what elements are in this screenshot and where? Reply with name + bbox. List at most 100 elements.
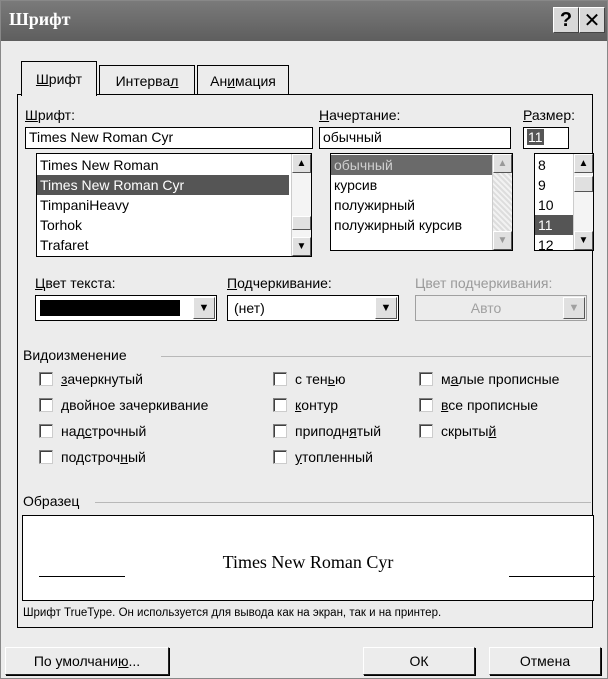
checkbox-box[interactable]	[419, 372, 433, 386]
ok-button[interactable]: ОК	[363, 647, 475, 675]
scroll-thumb[interactable]	[292, 216, 311, 230]
size-list-item[interactable]: 9	[535, 175, 573, 195]
effect-label: подстрочный	[61, 449, 146, 465]
tab-animation-label-pre: Ан	[210, 72, 228, 89]
size-list-scrollbar[interactable]: ▲ ▼	[573, 154, 593, 250]
effect-label: малые прописные	[441, 371, 560, 387]
style-list-item[interactable]: полужирный курсив	[331, 215, 493, 235]
effect-checkbox[interactable]: контур	[273, 397, 338, 413]
tab-spacing-label-pre: Интерва	[115, 72, 171, 89]
close-button[interactable]: ✕	[579, 7, 605, 33]
tab-animation-label-acc: и	[227, 72, 236, 89]
preview-rule-left	[39, 576, 125, 577]
effect-checkbox[interactable]: зачеркнутый	[39, 371, 143, 387]
effect-label: зачеркнутый	[61, 371, 143, 387]
scroll-up-icon: ▲	[493, 154, 512, 173]
font-list-item[interactable]: Times New Roman Cyr	[37, 175, 289, 195]
font-label: Шрифт:	[25, 107, 75, 123]
size-list-item[interactable]: 8	[535, 155, 573, 175]
effect-checkbox[interactable]: скрытый	[419, 423, 496, 439]
tab-animation[interactable]: Ан и мация	[197, 65, 289, 95]
font-list-item[interactable]: TimpaniHeavy	[37, 195, 289, 215]
effect-checkbox[interactable]: малые прописные	[419, 371, 559, 387]
style-list-item[interactable]: полужирный	[331, 195, 493, 215]
tab-font[interactable]: Шрифт	[21, 61, 97, 96]
style-input[interactable]: обычный	[319, 127, 511, 149]
font-list-item[interactable]: Trafaret	[37, 235, 289, 255]
effect-checkbox[interactable]: надстрочный	[39, 423, 146, 439]
effect-checkbox[interactable]: подстрочный	[39, 449, 146, 465]
tab-spacing[interactable]: Интерва л	[99, 65, 195, 95]
default-button[interactable]: По умолчани ю...	[5, 647, 169, 675]
checkbox-box[interactable]	[273, 450, 287, 464]
font-list[interactable]: Times New Roman Times New Roman Cyr Timpan…	[36, 153, 312, 257]
underline-color-label: Цвет подчеркивания:	[415, 275, 553, 291]
font-list-item[interactable]: Times New Roman	[37, 155, 289, 175]
checkbox-box[interactable]	[419, 398, 433, 412]
effect-checkbox[interactable]: приподнятый	[273, 423, 381, 439]
sample-text: Times New Roman Cyr	[222, 552, 394, 572]
cancel-button[interactable]: Отмена	[489, 647, 601, 675]
style-list-item[interactable]: обычный	[331, 155, 493, 175]
effect-label: контур	[295, 397, 339, 413]
effect-checkbox[interactable]: утопленный	[273, 449, 373, 465]
underline-color-select: Авто ▼	[415, 295, 587, 321]
effect-label: с тенью	[295, 371, 346, 387]
close-icon: ✕	[583, 9, 601, 32]
help-button[interactable]: ?	[553, 7, 579, 33]
checkbox-box[interactable]	[39, 398, 53, 412]
title-bar[interactable]: Шрифт ? ✕	[1, 1, 607, 41]
text-color-select[interactable]: ▼	[35, 295, 217, 321]
font-list-item[interactable]: Torhok	[37, 215, 289, 235]
scroll-thumb[interactable]	[574, 176, 593, 192]
style-list-scrollbar: ▲ ▼	[492, 154, 512, 250]
tab-spacing-label-acc: л	[170, 72, 179, 89]
scroll-up-icon[interactable]: ▲	[292, 154, 311, 173]
checkbox-box[interactable]	[273, 424, 287, 438]
effect-checkbox[interactable]: все прописные	[419, 397, 538, 413]
checkbox-box[interactable]	[273, 398, 287, 412]
tab-font-label-post: рифт	[48, 71, 83, 87]
scroll-down-icon[interactable]: ▼	[574, 231, 593, 250]
checkbox-box[interactable]	[419, 424, 433, 438]
chevron-down-icon[interactable]: ▼	[375, 297, 397, 319]
checkbox-box[interactable]	[39, 450, 53, 464]
effects-divider	[161, 356, 591, 357]
style-list-item[interactable]: курсив	[331, 175, 493, 195]
size-list-item[interactable]: 11	[535, 215, 573, 235]
scroll-down-icon: ▼	[493, 231, 512, 250]
size-input-value: 11	[527, 129, 544, 145]
checkbox-box[interactable]	[39, 372, 53, 386]
underline-label: Подчеркивание:	[227, 275, 332, 291]
font-list-scrollbar[interactable]: ▲ ▼	[291, 154, 311, 256]
font-type-note: Шрифт TrueType. Он используется для выво…	[23, 607, 442, 619]
help-icon: ?	[559, 8, 573, 31]
checkbox-box[interactable]	[39, 424, 53, 438]
text-color-label: Цвет текста:	[35, 275, 116, 291]
sample-divider	[95, 502, 591, 503]
underline-select[interactable]: (нет) ▼	[227, 295, 399, 321]
effect-label: двойное зачеркивание	[61, 397, 209, 413]
tab-animation-label-post: мация	[235, 72, 276, 89]
effect-label: все прописные	[441, 397, 539, 413]
size-label: Размер:	[523, 107, 576, 123]
size-input[interactable]: 11	[523, 127, 569, 149]
tab-font-label-acc: Ш	[35, 71, 49, 87]
style-list[interactable]: обычный курсив полужирный полужирный курсив…	[330, 153, 513, 251]
chevron-down-icon[interactable]: ▼	[193, 297, 215, 319]
style-label: Начертание:	[319, 107, 401, 123]
size-list-item[interactable]: 10	[535, 195, 573, 215]
size-list[interactable]: 8 9 10 11 12 ▲ ▼	[534, 153, 594, 251]
size-list-item[interactable]: 12	[535, 235, 573, 250]
underline-color-value: Авто	[470, 300, 502, 316]
effect-checkbox[interactable]: двойное зачеркивание	[39, 397, 208, 413]
font-input[interactable]: Times New Roman Cyr	[25, 127, 313, 149]
checkbox-box[interactable]	[273, 372, 287, 386]
scroll-up-icon[interactable]: ▲	[574, 154, 593, 173]
effect-checkbox[interactable]: с тенью	[273, 371, 345, 387]
effect-label: скрытый	[441, 423, 497, 439]
window-title: Шрифт	[9, 9, 71, 29]
effect-label: надстрочный	[61, 423, 147, 439]
scroll-down-icon[interactable]: ▼	[292, 237, 311, 256]
sample-preview: Times New Roman Cyr	[22, 515, 595, 601]
